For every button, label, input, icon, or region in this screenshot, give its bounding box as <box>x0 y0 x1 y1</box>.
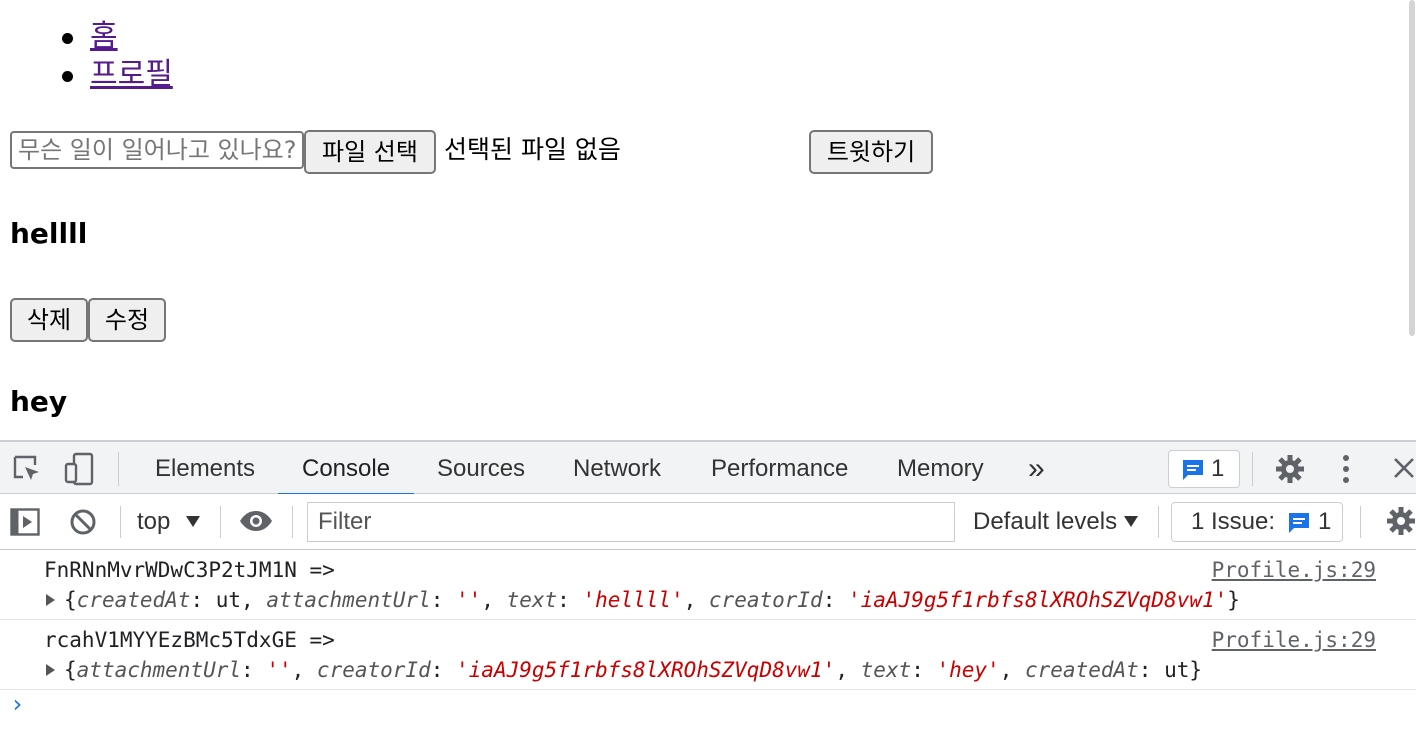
devtools-tabbar: Elements Console Sources Network Perform… <box>0 440 1416 496</box>
expand-triangle-icon[interactable] <box>46 664 55 676</box>
tweet-text: hellll <box>10 217 88 250</box>
object-punctuation: , <box>999 658 1025 682</box>
object-punctuation: : ut, <box>190 588 267 612</box>
source-link[interactable]: Profile.js:29 <box>1212 558 1376 582</box>
object-key: createdAt <box>1025 658 1139 682</box>
console-toolbar: top Filter Default levels 1 Issue: 1 <box>0 494 1416 550</box>
object-punctuation: , <box>683 588 709 612</box>
clear-console-icon[interactable] <box>69 508 97 541</box>
console-settings-gear-icon[interactable] <box>1386 506 1416 541</box>
object-punctuation: { <box>64 588 77 612</box>
context-selector[interactable]: top <box>137 508 170 536</box>
object-punctuation: : <box>241 658 267 682</box>
issues-count: 1 <box>1318 508 1332 535</box>
tweet-submit-button[interactable]: 트윗하기 <box>809 130 933 174</box>
object-string-value: 'hellll' <box>582 588 684 612</box>
divider <box>120 506 121 538</box>
nav-list: 홈 프로필 <box>0 18 173 94</box>
device-toolbar-icon[interactable] <box>64 452 96 491</box>
object-string-value: '' <box>266 658 292 682</box>
profile-link[interactable]: 프로필 <box>90 57 173 92</box>
console-message: rcahV1MYYEzBMc5TdxGE => Profile.js:29 {a… <box>0 620 1416 690</box>
console-output: FnRNnMvrWDwC3P2tJM1N => Profile.js:29 {c… <box>0 550 1416 740</box>
tab-performance[interactable]: Performance <box>687 442 872 494</box>
more-options-icon[interactable] <box>1341 454 1351 489</box>
object-preview[interactable]: {attachmentUrl: '', creatorId: 'iaAJ9g5f… <box>64 658 1202 682</box>
object-string-value: 'hey' <box>936 658 1000 682</box>
messages-badge[interactable]: 1 <box>1168 450 1240 488</box>
divider <box>1158 506 1159 538</box>
tab-network[interactable]: Network <box>549 442 685 494</box>
log-key: FnRNnMvrWDwC3P2tJM1N => <box>44 558 335 582</box>
object-string-value: 'iaAJ9g5f1rbfs8lXROhSZVqD8vw1' <box>848 588 1228 612</box>
object-punctuation: , <box>835 658 861 682</box>
chevron-down-icon <box>1124 515 1138 533</box>
divider <box>220 506 221 538</box>
filter-input[interactable]: Filter <box>307 502 955 542</box>
object-punctuation: : <box>557 588 583 612</box>
message-icon <box>1287 511 1311 540</box>
inspect-element-icon[interactable] <box>12 454 42 489</box>
console-message: FnRNnMvrWDwC3P2tJM1N => Profile.js:29 {c… <box>0 550 1416 620</box>
log-key: rcahV1MYYEzBMc5TdxGE => <box>44 628 335 652</box>
expand-triangle-icon[interactable] <box>46 594 55 606</box>
tab-memory[interactable]: Memory <box>873 442 1008 494</box>
message-count: 1 <box>1211 455 1225 482</box>
console-prompt[interactable]: › <box>10 690 24 718</box>
object-punctuation: } <box>1227 588 1240 612</box>
live-expression-eye-icon[interactable] <box>239 510 273 537</box>
sidebar-toggle-icon[interactable] <box>10 508 40 541</box>
nav-item-profile: 프로필 <box>0 56 173 94</box>
object-key: text <box>506 588 558 612</box>
source-link[interactable]: Profile.js:29 <box>1212 628 1376 652</box>
object-key: attachmentUrl <box>76 658 242 682</box>
object-key: createdAt <box>76 588 191 612</box>
tab-elements[interactable]: Elements <box>131 442 279 494</box>
object-key: creatorId <box>316 658 431 682</box>
delete-button[interactable]: 삭제 <box>10 298 88 342</box>
object-punctuation: , <box>291 658 317 682</box>
page-content: 홈 프로필 파일 선택 선택된 파일 없음 트윗하기 hellll 삭제 수정 … <box>0 0 1416 440</box>
object-key: text <box>860 658 912 682</box>
home-link[interactable]: 홈 <box>90 19 118 54</box>
edit-button[interactable]: 수정 <box>88 298 166 342</box>
object-key: attachmentUrl <box>266 588 431 612</box>
tab-sources[interactable]: Sources <box>413 442 549 494</box>
close-icon[interactable] <box>1392 456 1416 485</box>
log-levels-dropdown[interactable]: Default levels <box>973 508 1117 536</box>
divider <box>1252 452 1253 486</box>
object-string-value: '' <box>455 588 482 612</box>
nav-item-home: 홈 <box>0 18 173 56</box>
chevron-down-icon <box>186 515 200 533</box>
object-punctuation: } <box>1189 658 1203 682</box>
object-punctuation: : <box>822 588 848 612</box>
file-status-text: 선택된 파일 없음 <box>444 135 621 164</box>
object-punctuation: : <box>430 588 456 612</box>
divider <box>1360 506 1361 538</box>
tweet-input[interactable] <box>10 131 304 169</box>
object-string-value: 'iaAJ9g5f1rbfs8lXROhSZVqD8vw1' <box>456 658 836 682</box>
settings-gear-icon[interactable] <box>1275 454 1305 489</box>
tweet-text: hey <box>10 385 68 418</box>
message-icon <box>1181 458 1205 487</box>
file-select-button[interactable]: 파일 선택 <box>304 130 436 174</box>
divider <box>292 506 293 538</box>
divider <box>118 452 119 486</box>
object-punctuation: { <box>64 658 77 682</box>
issues-label: 1 Issue: <box>1191 508 1276 535</box>
devtools-panel: Elements Console Sources Network Perform… <box>0 440 1416 740</box>
object-punctuation: : ut <box>1138 658 1190 682</box>
object-punctuation: : <box>430 658 457 682</box>
object-key: creatorId <box>708 588 823 612</box>
object-preview[interactable]: {createdAt: ut, attachmentUrl: '', text:… <box>64 588 1240 612</box>
more-tabs-button[interactable]: » <box>1004 442 1069 494</box>
object-punctuation: : <box>911 658 937 682</box>
page-scrollbar[interactable] <box>1408 0 1416 338</box>
scrollbar-thumb[interactable] <box>1409 0 1415 336</box>
issues-button[interactable]: 1 Issue: 1 <box>1171 502 1343 542</box>
object-punctuation: , <box>481 588 507 612</box>
tab-console[interactable]: Console <box>278 442 415 496</box>
